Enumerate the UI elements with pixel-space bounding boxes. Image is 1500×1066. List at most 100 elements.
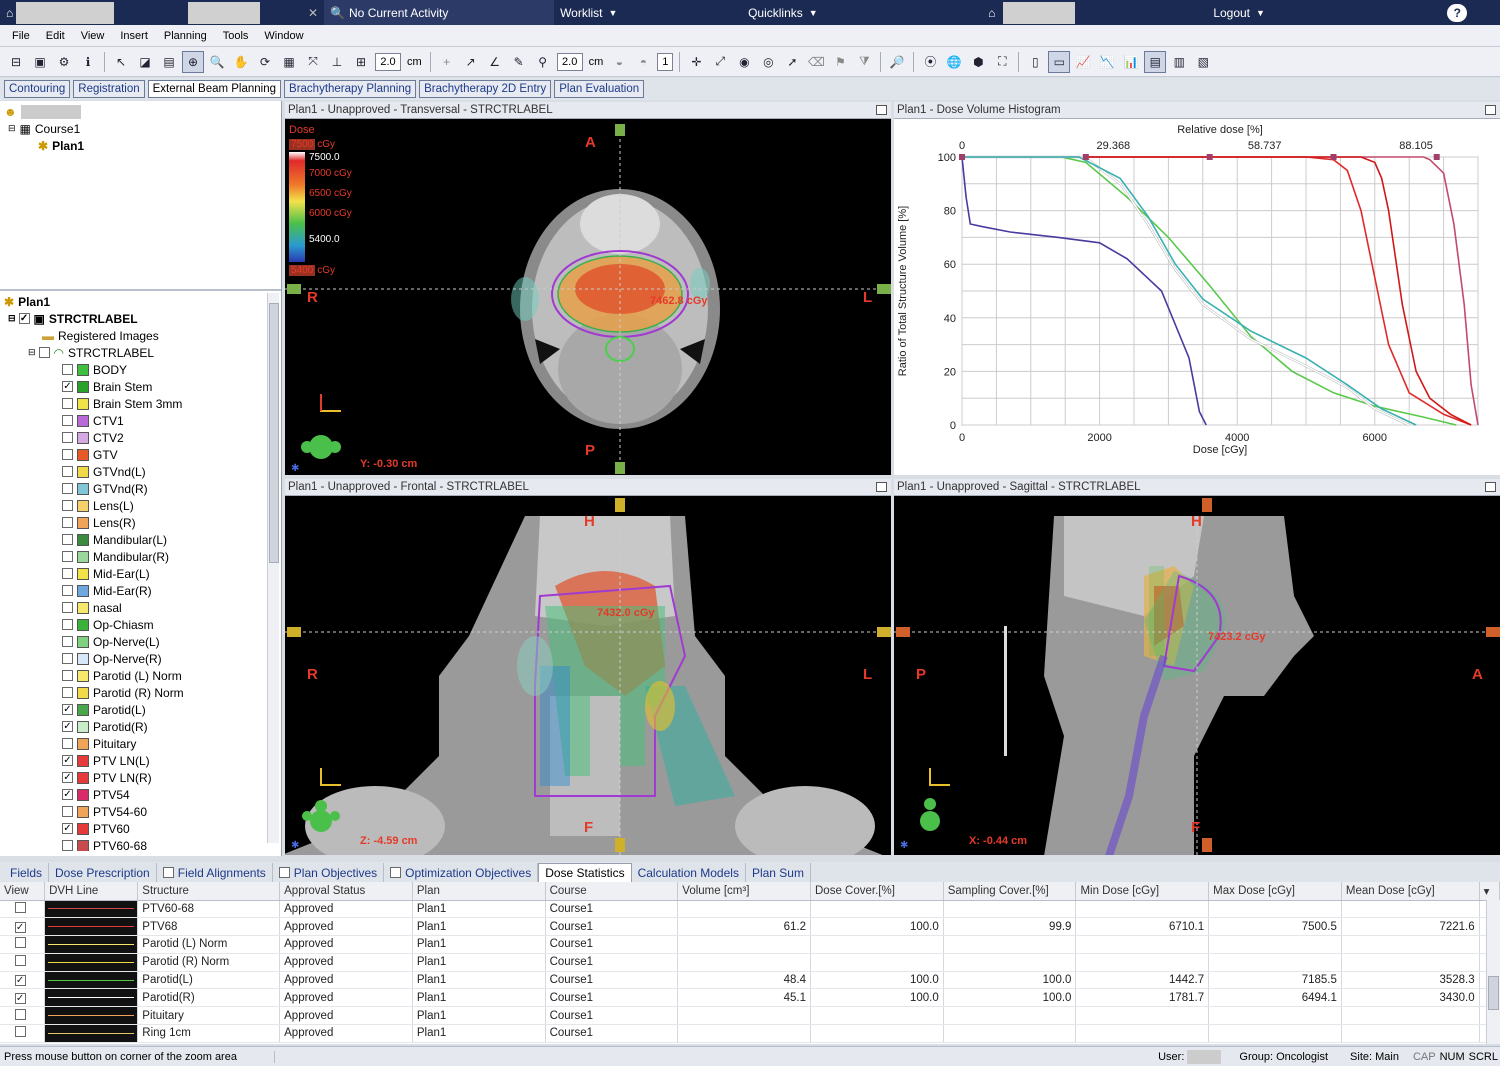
fit-icon[interactable]: ▦ [278, 51, 300, 73]
course-node[interactable]: ⊟ ▦ Course1 [4, 120, 277, 137]
menu-tools[interactable]: Tools [215, 30, 257, 42]
sagittal-view[interactable]: Plan1 - Unapproved - Sagittal - STRCTRLA… [894, 479, 1500, 855]
visibility-checkbox[interactable] [62, 602, 73, 613]
visibility-checkbox[interactable] [62, 636, 73, 647]
grid-icon[interactable]: ⊞ [350, 51, 372, 73]
maximize-icon[interactable] [876, 482, 887, 492]
structure-row[interactable]: Parotid (L) Norm [4, 667, 277, 684]
tab-dose-prescription[interactable]: Dose Prescription [49, 863, 157, 882]
worklist-menu[interactable]: Worklist ▼ [554, 0, 742, 25]
visibility-checkbox[interactable] [62, 687, 73, 698]
structure-row[interactable]: Lens(L) [4, 497, 277, 514]
structure-scrollbar[interactable] [267, 293, 279, 843]
checkbox[interactable] [38, 347, 50, 358]
structure-row[interactable]: ✓ PTV LN(L) [4, 752, 277, 769]
table-scrollbar[interactable] [1486, 900, 1500, 1044]
structure-row[interactable]: ✓ Parotid(R) [4, 718, 277, 735]
tab-fields[interactable]: Fields [4, 863, 50, 882]
visibility-checkbox[interactable]: ✓ [62, 721, 73, 732]
tab-optimization-objectives[interactable]: Optimization Objectives [384, 863, 539, 882]
tab-checkbox[interactable] [278, 867, 290, 878]
visibility-checkbox[interactable] [62, 415, 73, 426]
visibility-checkbox[interactable] [62, 619, 73, 630]
structure-row[interactable]: Op-Nerve(R) [4, 650, 277, 667]
dvh-view[interactable]: Plan1 - Dose Volume Histogram 0 20 40 60 80 1… [894, 102, 1500, 475]
checkbox[interactable]: ✓ [18, 313, 30, 324]
tab-field-alignments[interactable]: Field Alignments [157, 863, 273, 882]
view-checkbox[interactable] [14, 1008, 26, 1020]
tab-external-beam-planning[interactable]: External Beam Planning [147, 80, 282, 98]
maximize-icon[interactable] [1485, 105, 1496, 115]
chart-icon[interactable]: 📈 [1072, 51, 1094, 73]
eraser-icon[interactable]: ⌫ [805, 51, 827, 73]
frontal-view[interactable]: Plan1 - Unapproved - Frontal - STRCTRLAB… [285, 479, 891, 855]
visibility-checkbox[interactable] [62, 466, 73, 477]
stats-icon[interactable]: ▥ [1168, 51, 1190, 73]
column-header[interactable]: Mean Dose [cGy] [1341, 882, 1480, 901]
brush-icon[interactable]: ◓ [632, 51, 654, 73]
menu-insert[interactable]: Insert [112, 30, 156, 42]
menu-window[interactable]: Window [256, 30, 311, 42]
column-header[interactable]: View [0, 882, 46, 901]
structure-row[interactable]: Lens(R) [4, 514, 277, 531]
structure-row[interactable]: GTVnd(R) [4, 480, 277, 497]
structure-group-node[interactable]: ⊟ ◠ STRCTRLABEL [4, 344, 277, 361]
globe-icon[interactable]: 🌐 [943, 51, 965, 73]
cross-icon[interactable]: ✛ [685, 51, 707, 73]
maximize-icon[interactable] [1485, 482, 1496, 492]
scroll-thumb[interactable] [1488, 976, 1499, 1010]
export-icon[interactable]: ▧ [1192, 51, 1214, 73]
structure-row[interactable]: Op-Nerve(L) [4, 633, 277, 650]
expand-icon[interactable]: ⤢ [709, 51, 731, 73]
visibility-checkbox[interactable] [62, 551, 73, 562]
tab-contouring[interactable]: Contouring [4, 80, 71, 98]
count-input[interactable]: 1 [657, 52, 674, 71]
visibility-checkbox[interactable]: ✓ [62, 772, 73, 783]
logout-menu[interactable]: Logout ▼ [1207, 0, 1447, 25]
maximize-icon[interactable] [876, 105, 887, 115]
margin-input[interactable]: 2.0 [556, 52, 583, 71]
table-row[interactable]: ✓ Parotid(R) Approved Plan1 Course1 45.1 100.0… [0, 988, 1500, 1008]
layout-1-icon[interactable]: ▯ [1024, 51, 1046, 73]
structure-row[interactable]: PTV54-60 [4, 803, 277, 820]
table-row[interactable]: Parotid (L) NormApprovedPlan1Course1▾ [0, 935, 1500, 954]
visibility-checkbox[interactable]: ✓ [62, 789, 73, 800]
angle-icon[interactable]: ∠ [484, 51, 506, 73]
table-row[interactable]: PituitaryApprovedPlan1Course1▾ [0, 1006, 1500, 1026]
structure-row[interactable]: ✓ PTV54 [4, 786, 277, 803]
structure-row[interactable]: Brain Stem 3mm [4, 395, 277, 412]
visibility-checkbox[interactable] [62, 738, 73, 749]
tab-registration[interactable]: Registration [73, 80, 145, 98]
magnify-icon[interactable]: 🔎 [886, 51, 908, 73]
visibility-checkbox[interactable] [62, 483, 73, 494]
tab-checkbox[interactable] [390, 867, 402, 878]
structure-row[interactable]: ✓ Brain Stem [4, 378, 277, 395]
view-checkbox[interactable] [14, 1026, 26, 1038]
column-header[interactable]: DVH Line [44, 882, 139, 901]
registered-images-node[interactable]: ▬ Registered Images [4, 327, 277, 344]
table-row[interactable]: Ring 1cmApprovedPlan1Course1▾ [0, 1024, 1500, 1043]
column-header[interactable]: Structure [137, 882, 281, 901]
tab-checkbox[interactable] [162, 867, 174, 878]
tab-calculation-models[interactable]: Calculation Models [632, 863, 746, 882]
visibility-checkbox[interactable] [62, 432, 73, 443]
visibility-checkbox[interactable]: ✓ [62, 755, 73, 766]
structure-row[interactable]: ✓ Parotid(L) [4, 701, 277, 718]
zoom-icon[interactable]: 🔍 [206, 51, 228, 73]
tab-plan-evaluation[interactable]: Plan Evaluation [554, 80, 645, 98]
transversal-view[interactable]: Plan1 - Unapproved - Transversal - STRCT… [285, 102, 891, 475]
structure-row[interactable]: Mandibular(L) [4, 531, 277, 548]
layout-2-icon[interactable]: ▭ [1048, 50, 1071, 73]
menu-edit[interactable]: Edit [38, 30, 73, 42]
zoom-area-icon[interactable]: ⊕ [182, 50, 204, 73]
column-header[interactable]: Volume [cm³] [677, 882, 811, 901]
tab-brachytherapy-planning[interactable]: Brachytherapy Planning [284, 80, 417, 98]
info-icon[interactable]: ℹ [77, 51, 99, 73]
target-alt-icon[interactable]: ◎ [757, 51, 779, 73]
cube-icon[interactable]: ⬢ [967, 51, 989, 73]
structure-row[interactable]: Parotid (R) Norm [4, 684, 277, 701]
view-checkbox[interactable] [14, 901, 26, 913]
structure-row[interactable]: ✓ PTV60 [4, 820, 277, 837]
view-checkbox[interactable] [14, 955, 26, 967]
pen-icon[interactable]: ✎ [508, 51, 530, 73]
